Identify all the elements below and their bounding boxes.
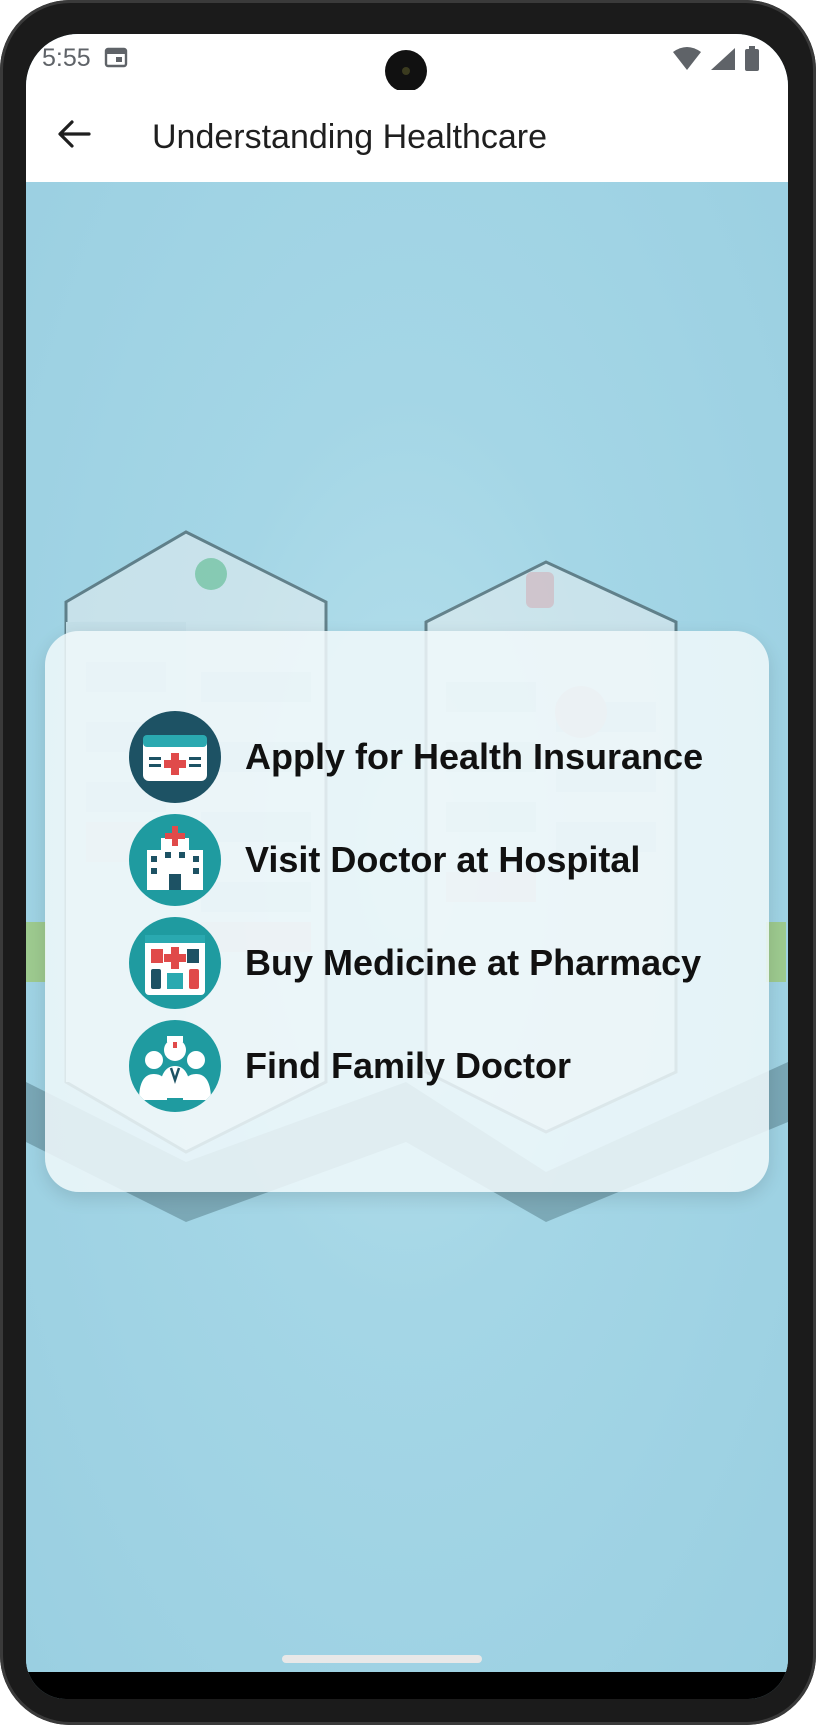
status-time: 5:55 xyxy=(42,44,91,72)
content-area: Apply for Health Insurance Visit Doctor … xyxy=(26,182,788,1672)
home-gesture-handle[interactable] xyxy=(282,1655,482,1663)
signal-icon xyxy=(710,47,736,76)
menu-item-label: Visit Doctor at Hospital xyxy=(245,839,641,880)
menu-item-label: Buy Medicine at Pharmacy xyxy=(245,942,702,983)
menu-card: Apply for Health Insurance Visit Doctor … xyxy=(45,631,769,1192)
battery-icon xyxy=(744,46,760,77)
wifi-icon xyxy=(672,47,702,76)
menu-item-pharmacy[interactable]: Buy Medicine at Pharmacy xyxy=(129,917,701,1009)
hospital-icon xyxy=(129,814,221,906)
menu-item-label: Find Family Doctor xyxy=(245,1045,572,1086)
doctors-icon xyxy=(129,1020,221,1112)
menu-item-health-insurance[interactable]: Apply for Health Insurance xyxy=(129,711,703,803)
calendar-icon xyxy=(104,46,128,73)
menu-item-label: Apply for Health Insurance xyxy=(245,736,704,777)
navigation-bar xyxy=(26,1672,788,1699)
device-frame: 5:55 Understanding Healthcare Apply for … xyxy=(0,0,816,1725)
screen: 5:55 Understanding Healthcare Apply for … xyxy=(26,34,788,1699)
page-title: Understanding Healthcare xyxy=(152,118,548,156)
status-icons xyxy=(672,46,760,77)
status-bar: 5:55 xyxy=(26,34,788,92)
insurance-card-icon xyxy=(129,711,221,803)
pharmacy-icon xyxy=(129,917,221,1009)
arrow-left-icon xyxy=(57,119,91,154)
menu-item-hospital[interactable]: Visit Doctor at Hospital xyxy=(129,814,640,906)
app-bar: Understanding Healthcare xyxy=(26,90,788,182)
back-button[interactable] xyxy=(46,108,102,164)
menu-item-family-doctor[interactable]: Find Family Doctor xyxy=(129,1020,571,1112)
front-camera xyxy=(385,50,427,92)
